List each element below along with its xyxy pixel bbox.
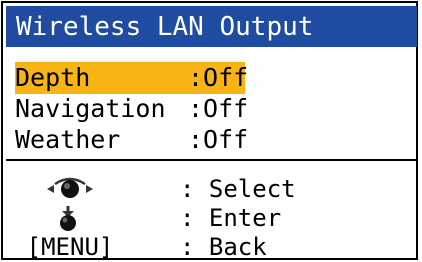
menu-item-label: Navigation xyxy=(15,94,166,123)
title-bar: Wireless LAN Output xyxy=(6,6,417,47)
menu-item-label: Weather xyxy=(15,125,121,154)
menu-item-label: Depth xyxy=(15,63,91,92)
dialog-title: Wireless LAN Output xyxy=(16,12,314,42)
wireless-lan-output-dialog: Wireless LAN Output Depth :Off Navigatio… xyxy=(1,1,418,261)
help-action-label: : Enter xyxy=(180,204,282,232)
menu-item-value: :Off xyxy=(188,125,249,154)
menu-item-value: :Off xyxy=(188,63,249,92)
menu-item-value: :Off xyxy=(188,94,249,123)
help-action-label: : Select xyxy=(180,175,296,203)
divider xyxy=(6,159,417,161)
menu-key-label: [MENU] xyxy=(26,233,114,261)
help-action-label: : Back xyxy=(180,233,267,261)
